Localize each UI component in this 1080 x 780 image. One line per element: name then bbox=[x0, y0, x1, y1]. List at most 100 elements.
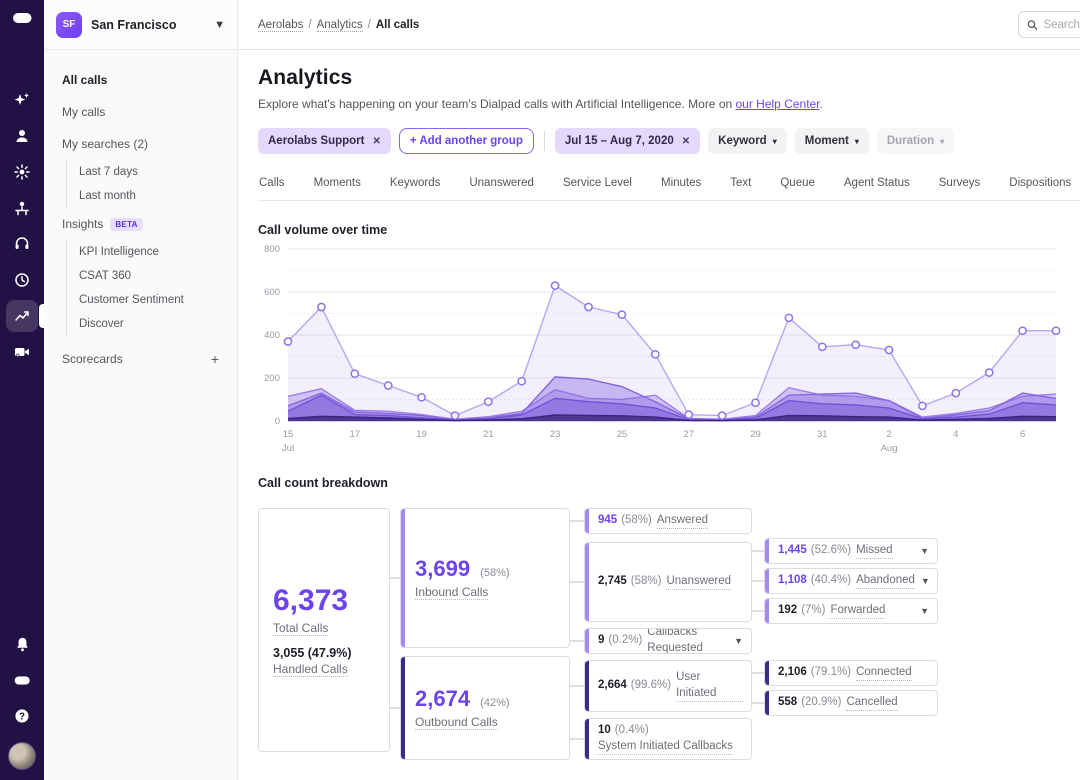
remove-filter-icon[interactable]: ✕ bbox=[372, 136, 380, 147]
remove-filter-icon[interactable]: ✕ bbox=[682, 136, 690, 147]
total-calls-label[interactable]: Total Calls bbox=[273, 621, 329, 636]
workspace-name: San Francisco bbox=[91, 17, 177, 32]
filter-chip-aerolabs-support[interactable]: Aerolabs Support ✕ bbox=[258, 128, 391, 154]
category-color-bar bbox=[765, 691, 769, 715]
video-camera-icon[interactable] bbox=[6, 336, 38, 368]
chevron-down-icon[interactable]: ▼ bbox=[728, 635, 743, 647]
breakdown-box-abandoned[interactable]: 1,108 (40.4%) Abandoned ▼ bbox=[764, 568, 938, 594]
svg-text:Aug: Aug bbox=[881, 443, 898, 454]
chevron-down-icon[interactable]: ▼ bbox=[914, 545, 929, 557]
breadcrumb-link-analytics[interactable]: Analytics bbox=[316, 18, 363, 32]
sidebar-item-my-calls[interactable]: My calls bbox=[44, 96, 237, 128]
svg-text:23: 23 bbox=[550, 429, 561, 440]
chevron-down-icon[interactable]: ▼ bbox=[915, 575, 930, 587]
filter-chip-label: Jul 15 – Aug 7, 2020 bbox=[564, 135, 674, 147]
sidebar-item-last-7-days[interactable]: Last 7 days bbox=[66, 160, 237, 184]
dialpad-logo[interactable] bbox=[6, 2, 38, 34]
user_initiated-label[interactable]: User Initiated bbox=[676, 670, 743, 703]
headset-icon[interactable] bbox=[6, 228, 38, 260]
contacts-icon[interactable] bbox=[6, 120, 38, 152]
outbound-label[interactable]: Outbound Calls bbox=[415, 715, 498, 730]
sidebar-item-customer-sentiment[interactable]: Customer Sentiment bbox=[66, 288, 237, 312]
content: Analytics Explore what's happening on yo… bbox=[238, 50, 1080, 768]
dialpad-mini-icon[interactable] bbox=[6, 664, 38, 696]
coaching-icon[interactable] bbox=[6, 192, 38, 224]
system_initiated-pct: (0.4%) bbox=[614, 723, 649, 736]
help-search[interactable] bbox=[1017, 11, 1080, 38]
breakdown-title: Call count breakdown bbox=[258, 476, 388, 490]
notifications-bell-icon[interactable] bbox=[6, 628, 38, 660]
sidebar-item-last-month[interactable]: Last month bbox=[66, 184, 237, 208]
abandoned-pct: (40.4%) bbox=[810, 574, 852, 587]
filter-chip-moment[interactable]: Moment ▾ bbox=[794, 128, 869, 154]
cancelled-label[interactable]: Cancelled bbox=[846, 695, 898, 712]
filter-chip-label: + Add another group bbox=[409, 135, 523, 147]
svg-text:Jul: Jul bbox=[282, 443, 294, 454]
handled-calls-label[interactable]: Handled Calls bbox=[273, 662, 348, 677]
connected-label[interactable]: Connected bbox=[856, 665, 912, 682]
tab-text[interactable]: Text bbox=[729, 177, 752, 200]
chart-title: Call volume over time bbox=[258, 223, 388, 237]
outbound-value: 2,674 (42%) bbox=[415, 686, 510, 711]
tab-queue[interactable]: Queue bbox=[779, 177, 816, 200]
user_initiated-line: 2,664 (99.6%) User Initiated bbox=[585, 670, 751, 703]
history-icon[interactable] bbox=[6, 264, 38, 296]
filter-chip-duration[interactable]: Duration ▾ bbox=[876, 128, 955, 154]
settings-icon[interactable] bbox=[6, 156, 38, 188]
tab-agent-status[interactable]: Agent Status bbox=[843, 177, 911, 200]
system_initiated-label[interactable]: System Initiated Callbacks bbox=[598, 739, 733, 756]
unanswered-label[interactable]: Unanswered bbox=[666, 574, 732, 591]
sidebar-item-csat-360[interactable]: CSAT 360 bbox=[66, 264, 237, 288]
tab-keywords[interactable]: Keywords bbox=[389, 177, 442, 200]
page-description: Explore what's happening on your team's … bbox=[258, 97, 1080, 111]
breakdown-box-user-initiated: 2,664 (99.6%) User Initiated bbox=[584, 660, 752, 712]
category-color-bar bbox=[585, 661, 589, 711]
description-period: . bbox=[819, 97, 823, 111]
search-input[interactable] bbox=[1043, 18, 1080, 31]
forwarded-label[interactable]: Forwarded bbox=[830, 603, 886, 620]
sidebar-item-all-calls[interactable]: All calls bbox=[44, 64, 237, 96]
breakdown-box-missed[interactable]: 1,445 (52.6%) Missed ▼ bbox=[764, 538, 938, 564]
tab-dispositions[interactable]: Dispositions bbox=[1008, 177, 1072, 200]
category-color-bar bbox=[585, 629, 589, 653]
svg-text:15: 15 bbox=[283, 429, 294, 440]
call-volume-svg: 0 200 400 600 800 15 17 19 21 23 25 27 29 31 2 4 6 Jul Aug bbox=[264, 244, 1061, 454]
tab-unanswered[interactable]: Unanswered bbox=[468, 177, 535, 200]
sidebar-item-insights[interactable]: Insights BETA bbox=[44, 208, 237, 240]
sidebar-item-scorecards[interactable]: Scorecards + bbox=[44, 342, 237, 376]
ai-sparkles-icon[interactable] bbox=[6, 84, 38, 116]
help-icon[interactable]: ? bbox=[6, 700, 38, 732]
user-avatar[interactable] bbox=[8, 742, 36, 770]
abandoned-label[interactable]: Abandoned bbox=[856, 573, 915, 590]
inbound-label[interactable]: Inbound Calls bbox=[415, 585, 489, 600]
category-color-bar bbox=[585, 509, 589, 533]
filter-chip--add-another-group[interactable]: + Add another group bbox=[398, 128, 534, 154]
sidebar-item-kpi-intelligence[interactable]: KPI Intelligence bbox=[66, 240, 237, 264]
breakdown-section: Call count breakdown Total callsAnswered… bbox=[258, 476, 1080, 768]
breadcrumb-link-aerolabs[interactable]: Aerolabs bbox=[258, 18, 304, 32]
missed-label[interactable]: Missed bbox=[856, 543, 893, 560]
tab-moments[interactable]: Moments bbox=[313, 177, 362, 200]
workspace-switcher[interactable]: SF San Francisco ▼ bbox=[44, 0, 237, 50]
sidebar-item-label: My searches (2) bbox=[62, 137, 149, 151]
answered-label[interactable]: Answered bbox=[656, 513, 709, 530]
help-center-link[interactable]: our Help Center bbox=[736, 97, 820, 111]
breakdown-box-callbacks[interactable]: 9 (0.2%) Callbacks Requested ▼ bbox=[584, 628, 752, 654]
cancelled-line: 558 (20.9%) Cancelled bbox=[765, 695, 937, 712]
sidebar-item-discover[interactable]: Discover bbox=[66, 312, 237, 336]
breakdown-box-forwarded[interactable]: 192 (7%) Forwarded ▼ bbox=[764, 598, 938, 624]
tab-minutes[interactable]: Minutes bbox=[660, 177, 702, 200]
chevron-down-icon[interactable]: ▼ bbox=[914, 605, 929, 617]
forwarded-pct: (7%) bbox=[801, 604, 826, 617]
sidebar-item-my-searches-2-[interactable]: My searches (2) bbox=[44, 128, 237, 160]
tab-calls[interactable]: Calls bbox=[258, 177, 286, 200]
add-scorecard-button[interactable]: + bbox=[211, 351, 219, 367]
tab-surveys[interactable]: Surveys bbox=[938, 177, 982, 200]
tab-service-level[interactable]: Service Level bbox=[562, 177, 633, 200]
chevron-down-icon: ▾ bbox=[772, 136, 777, 146]
filter-chip-keyword[interactable]: Keyword ▾ bbox=[708, 128, 787, 154]
breakdown-box-inbound: 3,699 (58%) Inbound Calls bbox=[400, 508, 570, 648]
filter-chip-jul-15-aug-7-2020[interactable]: Jul 15 – Aug 7, 2020 ✕ bbox=[554, 128, 701, 154]
analytics-icon[interactable] bbox=[6, 300, 44, 332]
callbacks-label[interactable]: Callbacks Requested bbox=[647, 629, 728, 653]
